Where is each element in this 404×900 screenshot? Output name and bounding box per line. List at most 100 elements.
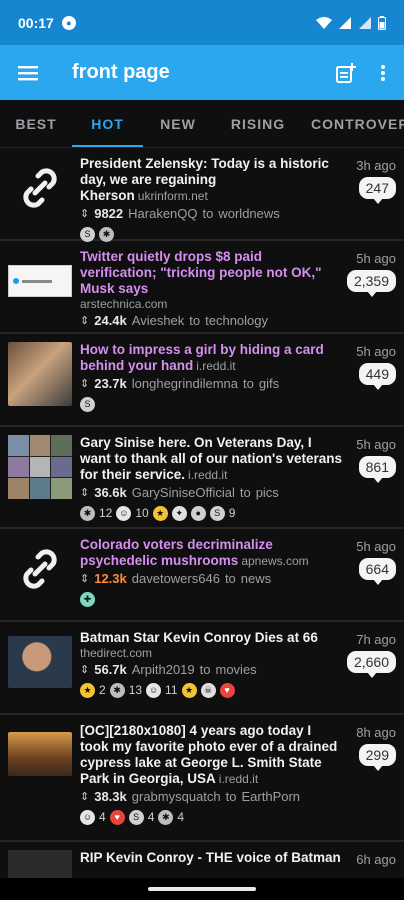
post-subreddit[interactable]: gifs (259, 376, 279, 391)
post-subreddit[interactable]: EarthPorn (242, 789, 301, 804)
wifi-icon (316, 16, 332, 29)
home-gesture-handle[interactable] (148, 887, 256, 891)
updown-vote-icon: ⇕ (80, 378, 90, 390)
tab-hot[interactable]: HOT (72, 100, 143, 147)
hug-award-icon: ✱ (80, 505, 95, 521)
post-author[interactable]: grabmysquatch (132, 789, 221, 804)
more-vert-icon[interactable] (380, 64, 386, 82)
heart-award-icon: ♥ (109, 809, 125, 825)
signal-icon-2 (359, 16, 371, 29)
award-row: ✚ (80, 590, 342, 608)
post-time: 5h ago (356, 539, 396, 554)
post-thumbnail[interactable] (8, 342, 72, 406)
post-item[interactable]: How to impress a girl by hiding a card b… (0, 334, 404, 427)
post-score: 56.7k (94, 662, 127, 677)
doctor-award-icon: ✚ (80, 591, 95, 607)
comment-count-bubble[interactable]: 247 (358, 177, 396, 204)
post-domain: apnews.com (241, 554, 309, 568)
post-item[interactable]: Colorado voters decriminalize psychedeli… (0, 529, 404, 622)
post-title[interactable]: Colorado voters decriminalize psychedeli… (80, 537, 342, 569)
post-thumbnail[interactable] (8, 731, 72, 777)
post-time: 5h ago (356, 251, 396, 266)
post-subreddit[interactable]: news (241, 571, 271, 586)
hug-award-icon: ✱ (109, 682, 125, 698)
updown-vote-icon: ⇕ (80, 487, 90, 499)
post-time: 8h ago (356, 725, 396, 740)
helpful-award-icon: ★ (152, 505, 168, 521)
signal-icon (339, 16, 351, 29)
post-author[interactable]: Arpith2019 (132, 662, 195, 677)
silver-award-icon: S (128, 809, 144, 825)
silver-award-icon: S (80, 226, 95, 242)
link-icon[interactable] (8, 156, 72, 220)
award-row: S (80, 395, 342, 413)
post-title[interactable]: Twitter quietly drops $8 paid verificati… (80, 249, 342, 297)
silver-award-icon: S (209, 505, 225, 521)
post-score: 9822 (94, 206, 124, 221)
status-time: 00:17 (18, 14, 54, 31)
comment-count-bubble[interactable]: 449 (358, 363, 396, 390)
post-score: 36.6k (94, 485, 127, 500)
updown-vote-icon: ⇕ (80, 315, 90, 327)
post-author[interactable]: HarakenQQ (128, 206, 197, 221)
post-domain: i.redd.it (188, 468, 228, 482)
tab-best[interactable]: BEST (0, 100, 72, 147)
new-post-icon[interactable] (336, 62, 356, 83)
post-thumbnail[interactable] (8, 249, 72, 313)
comment-count-bubble[interactable]: 861 (358, 456, 396, 483)
battery-icon (378, 15, 386, 30)
comment-count-bubble[interactable]: 299 (358, 744, 396, 771)
post-author[interactable]: davetowers646 (132, 571, 220, 586)
post-author[interactable]: GarySiniseOfficial (132, 485, 235, 500)
tab-rising[interactable]: RISING (213, 100, 303, 147)
post-subreddit[interactable]: movies (216, 662, 257, 677)
wholesome-award-icon: ☺ (116, 505, 132, 521)
post-item[interactable]: RIP Kevin Conroy - THE voice of Batman 6… (0, 842, 404, 878)
post-subreddit[interactable]: worldnews (218, 206, 279, 221)
post-time: 7h ago (356, 632, 396, 647)
status-bar: 00:17 ● (0, 0, 404, 45)
post-subreddit[interactable]: pics (256, 485, 279, 500)
post-thumbnail[interactable] (8, 630, 72, 694)
post-title[interactable]: Gary Sinise here. On Veterans Day, I wan… (80, 435, 342, 483)
page-title: front page (72, 61, 170, 83)
updown-vote-icon: ⇕ (80, 208, 90, 220)
post-subreddit[interactable]: technology (205, 313, 268, 328)
post-title[interactable]: Batman Star Kevin Conroy Dies at 66 (80, 630, 342, 646)
post-title[interactable]: President Zelensky: Today is a historic … (80, 156, 342, 204)
heart-award-icon: ♥ (219, 682, 235, 698)
silver-award-icon: S (80, 396, 95, 412)
cat-award-icon: ● (190, 505, 206, 521)
post-time: 5h ago (356, 437, 396, 452)
post-item[interactable]: President Zelensky: Today is a historic … (0, 148, 404, 242)
post-title[interactable]: How to impress a girl by hiding a card b… (80, 342, 342, 374)
post-thumbnail[interactable] (8, 850, 72, 878)
sort-tabs: BEST HOT NEW RISING CONTROVERSIAL (0, 100, 404, 148)
post-domain: thedirect.com (80, 646, 153, 660)
post-feed: President Zelensky: Today is a historic … (0, 148, 404, 878)
tab-new[interactable]: NEW (143, 100, 213, 147)
post-score: 12.3k (94, 571, 127, 586)
helpful-award-icon: ★ (181, 682, 197, 698)
status-icons (316, 15, 386, 30)
post-item[interactable]: Twitter quietly drops $8 paid verificati… (0, 241, 404, 334)
menu-icon[interactable] (18, 65, 38, 81)
post-thumbnail[interactable] (8, 435, 72, 499)
updown-vote-icon: ⇕ (80, 791, 90, 803)
post-author[interactable]: longhegrindilemna (132, 376, 238, 391)
tab-controversial[interactable]: CONTROVERSIAL (303, 100, 404, 147)
post-score: 38.3k (94, 789, 127, 804)
post-item[interactable]: [OC][2180x1080] 4 years ago today I took… (0, 715, 404, 842)
post-author[interactable]: Avieshek (132, 313, 185, 328)
comment-count-bubble[interactable]: 664 (358, 558, 396, 585)
post-title[interactable]: RIP Kevin Conroy - THE voice of Batman (80, 850, 342, 866)
post-title[interactable]: [OC][2180x1080] 4 years ago today I took… (80, 723, 342, 787)
comment-count-bubble[interactable]: 2,660 (346, 651, 396, 678)
gold-award-icon: ★ (80, 682, 95, 698)
post-item[interactable]: Batman Star Kevin Conroy Dies at 66 thed… (0, 622, 404, 715)
post-item[interactable]: Gary Sinise here. On Veterans Day, I wan… (0, 427, 404, 529)
post-score: 24.4k (94, 313, 127, 328)
comment-count-bubble[interactable]: 2,359 (346, 270, 396, 297)
link-icon[interactable] (8, 537, 72, 601)
wholesome-award-icon: ☺ (80, 809, 95, 825)
